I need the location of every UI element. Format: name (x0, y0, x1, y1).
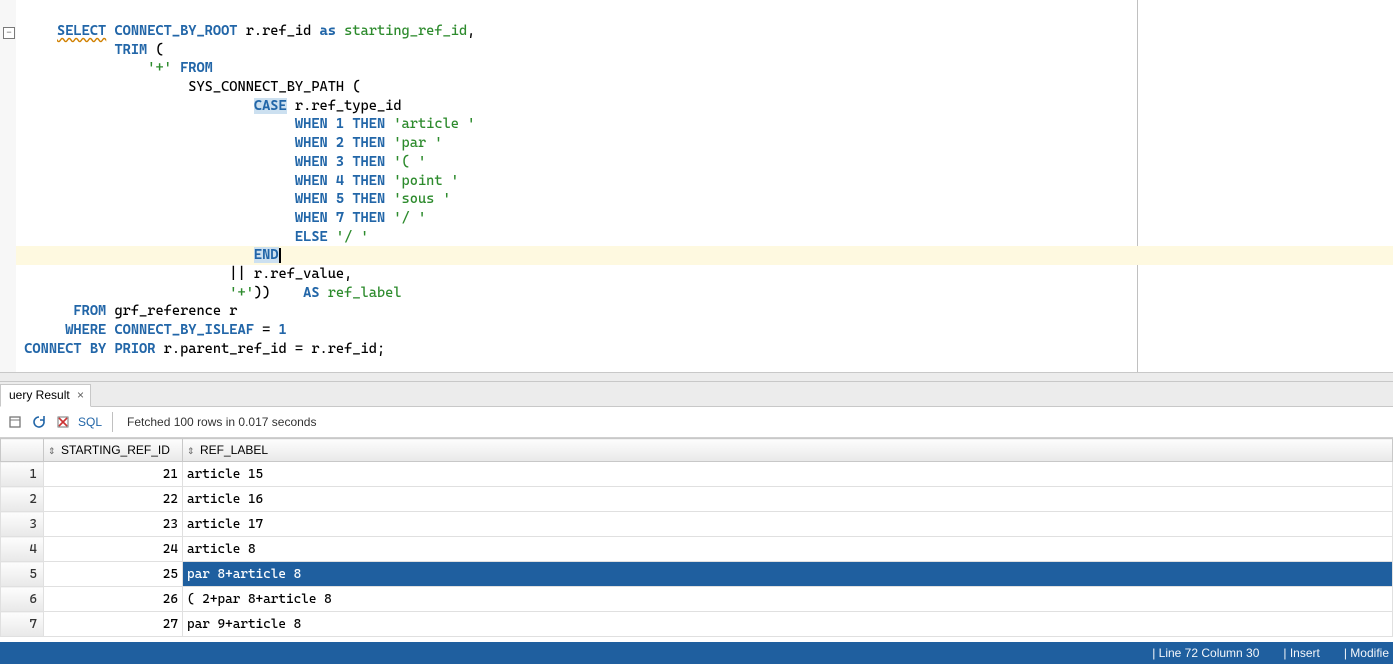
cell-ref-label[interactable]: article 15 (183, 462, 1393, 487)
panel-splitter[interactable] (0, 372, 1393, 382)
code-line[interactable]: || r.ref_value, (16, 265, 1393, 284)
code-line[interactable]: WHEN 1 THEN 'article ' (16, 115, 1393, 134)
code-line[interactable]: CASE r.ref_type_id (16, 97, 1393, 116)
table-row[interactable]: 525par 8+article 8 (1, 562, 1393, 587)
code-line[interactable]: '+')) AS ref_label (16, 284, 1393, 303)
cell-ref-label[interactable]: par 8+article 8 (183, 562, 1393, 587)
row-number: 1 (1, 462, 44, 487)
cell-starting-ref-id[interactable]: 23 (44, 512, 183, 537)
app-root: − SELECT CONNECT_BY_ROOT r.ref_id as sta… (0, 0, 1393, 664)
row-number: 4 (1, 537, 44, 562)
cell-ref-label[interactable]: article 17 (183, 512, 1393, 537)
table-row[interactable]: 424article 8 (1, 537, 1393, 562)
code-line[interactable]: WHERE CONNECT_BY_ISLEAF = 1 (16, 321, 1393, 340)
cell-starting-ref-id[interactable]: 21 (44, 462, 183, 487)
sort-icon[interactable]: ⇕ (48, 447, 58, 455)
cell-starting-ref-id[interactable]: 25 (44, 562, 183, 587)
sort-icon[interactable]: ⇕ (187, 447, 197, 455)
sql-button[interactable]: SQL (78, 415, 102, 429)
code-line[interactable]: WHEN 4 THEN 'point ' (16, 172, 1393, 191)
code-line[interactable]: WHEN 7 THEN '/ ' (16, 209, 1393, 228)
code-area[interactable]: SELECT CONNECT_BY_ROOT r.ref_id as start… (16, 0, 1393, 372)
row-number: 7 (1, 612, 44, 637)
cell-starting-ref-id[interactable]: 27 (44, 612, 183, 637)
row-number: 3 (1, 512, 44, 537)
code-line[interactable]: WHEN 3 THEN '( ' (16, 153, 1393, 172)
code-line[interactable]: '+' FROM (16, 59, 1393, 78)
fold-toggle-icon[interactable]: − (3, 27, 15, 39)
cancel-icon[interactable] (54, 413, 72, 431)
table-row[interactable]: 323article 17 (1, 512, 1393, 537)
grid-corner (1, 439, 44, 462)
column-header-starting-ref-id[interactable]: ⇕STARTING_REF_ID (44, 439, 183, 462)
row-number: 6 (1, 587, 44, 612)
cell-starting-ref-id[interactable]: 22 (44, 487, 183, 512)
query-result-panel: uery Result × SQL Fetched 100 rows in 0.… (0, 382, 1393, 642)
cell-starting-ref-id[interactable]: 26 (44, 587, 183, 612)
code-line[interactable]: END (16, 246, 1393, 265)
close-icon[interactable]: × (77, 388, 84, 402)
column-header-ref-label[interactable]: ⇕REF_LABEL (183, 439, 1393, 462)
refresh-icon[interactable] (30, 413, 48, 431)
status-caret-pos: | Line 72 Column 30 (1152, 646, 1259, 660)
result-grid[interactable]: ⇕STARTING_REF_ID ⇕REF_LABEL 121article 1… (0, 438, 1393, 642)
code-line[interactable]: ELSE '/ ' (16, 228, 1393, 247)
pin-icon[interactable] (6, 413, 24, 431)
code-line[interactable]: FROM grf_reference r (16, 302, 1393, 321)
table-row[interactable]: 222article 16 (1, 487, 1393, 512)
code-line[interactable]: WHEN 5 THEN 'sous ' (16, 190, 1393, 209)
status-bar: | Line 72 Column 30 | Insert | Modifie (0, 642, 1393, 664)
code-line[interactable]: CONNECT BY PRIOR r.parent_ref_id = r.ref… (16, 340, 1393, 359)
code-line[interactable]: WHEN 2 THEN 'par ' (16, 134, 1393, 153)
sql-editor[interactable]: − SELECT CONNECT_BY_ROOT r.ref_id as sta… (0, 0, 1393, 372)
grid-header-row: ⇕STARTING_REF_ID ⇕REF_LABEL (1, 439, 1393, 462)
tab-label: uery Result (9, 388, 70, 402)
table-row[interactable]: 727par 9+article 8 (1, 612, 1393, 637)
table-row[interactable]: 626( 2+par 8+article 8 (1, 587, 1393, 612)
row-number: 2 (1, 487, 44, 512)
status-modified: | Modifie (1344, 646, 1389, 660)
cell-ref-label[interactable]: ( 2+par 8+article 8 (183, 587, 1393, 612)
cell-starting-ref-id[interactable]: 24 (44, 537, 183, 562)
code-line[interactable]: TRIM ( (16, 41, 1393, 60)
cell-ref-label[interactable]: article 8 (183, 537, 1393, 562)
toolbar-separator (112, 412, 113, 432)
code-line[interactable]: SYS_CONNECT_BY_PATH ( (16, 78, 1393, 97)
text-cursor (279, 248, 281, 263)
table-row[interactable]: 121article 15 (1, 462, 1393, 487)
tab-query-result[interactable]: uery Result × (0, 384, 91, 407)
row-number: 5 (1, 562, 44, 587)
code-line[interactable]: SELECT CONNECT_BY_ROOT r.ref_id as start… (16, 22, 1393, 41)
result-toolbar: SQL Fetched 100 rows in 0.017 seconds (0, 407, 1393, 438)
cell-ref-label[interactable]: par 9+article 8 (183, 612, 1393, 637)
result-tabstrip: uery Result × (0, 382, 1393, 407)
editor-gutter: − (0, 0, 16, 372)
fetch-status: Fetched 100 rows in 0.017 seconds (127, 415, 316, 429)
status-insert-mode: | Insert (1283, 646, 1319, 660)
cell-ref-label[interactable]: article 16 (183, 487, 1393, 512)
